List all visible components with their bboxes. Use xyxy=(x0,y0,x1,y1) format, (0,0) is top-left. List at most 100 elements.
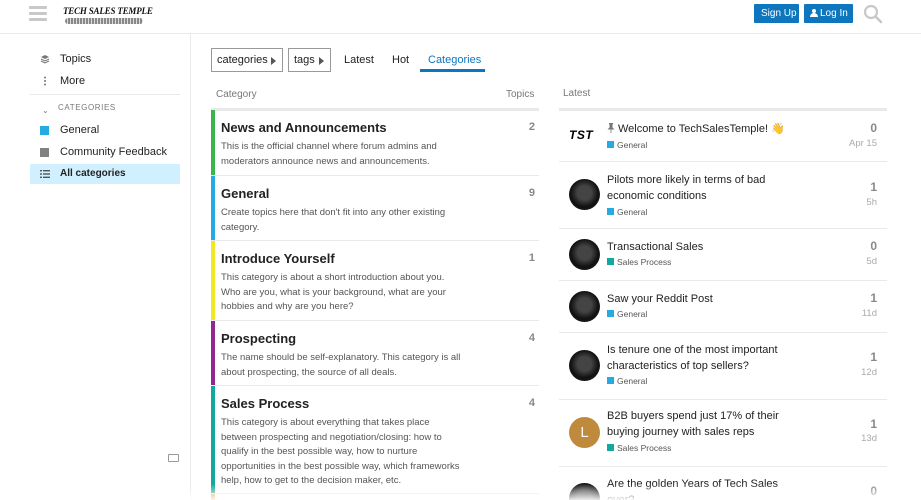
sidebar-item-community-feedback[interactable]: Community Feedback xyxy=(30,142,180,162)
avatar[interactable] xyxy=(569,483,600,500)
topic-reply-count: 0 xyxy=(870,239,877,253)
topic-category-name: General xyxy=(617,140,648,150)
category-color-stripe xyxy=(211,110,215,175)
category-name[interactable]: Sales Process xyxy=(221,396,309,411)
sign-up-button[interactable]: Sign Up xyxy=(754,4,799,23)
log-in-button[interactable]: Log In xyxy=(804,4,853,23)
avatar[interactable] xyxy=(569,239,600,270)
category-row[interactable]: Prospecting The name should be self-expl… xyxy=(211,321,539,386)
topic-category-name: Sales Process xyxy=(617,257,672,267)
topic-row[interactable]: Transactional Sales Sales Process 0 5d xyxy=(559,229,887,281)
category-description: The name should be self-explanatory. Thi… xyxy=(221,352,461,378)
topic-title[interactable]: Saw your Reddit Post xyxy=(607,291,807,307)
vertical-ellipsis-icon xyxy=(44,76,46,86)
category-topic-count: 4 xyxy=(528,397,535,409)
topic-category-name: General xyxy=(617,376,648,386)
topic-row[interactable]: L B2B buyers spend just 17% of their buy… xyxy=(559,400,887,467)
category-color-square-icon xyxy=(607,208,614,215)
sidebar-item-all-categories[interactable]: All categories xyxy=(30,164,180,184)
avatar[interactable] xyxy=(569,179,600,210)
site-logo[interactable]: TECH SALES TEMPLE xyxy=(63,5,153,27)
topic-row[interactable]: Are the golden Years of Tech Sales over?… xyxy=(559,467,887,500)
sidebar-item-more[interactable]: More xyxy=(30,71,180,91)
logo-graphic xyxy=(65,18,143,24)
sidebar-section-label: CATEGORIES xyxy=(58,103,116,112)
category-row[interactable]: News and Announcements This is the offic… xyxy=(211,110,539,176)
topic-activity-age[interactable]: 12d xyxy=(861,367,877,378)
category-color-stripe xyxy=(211,321,215,385)
pin-icon xyxy=(607,123,615,133)
list-icon xyxy=(40,170,50,178)
category-color-stripe xyxy=(211,386,215,493)
categories-dropdown[interactable]: categories xyxy=(211,48,283,72)
topic-activity-age[interactable]: 5d xyxy=(866,256,877,267)
topic-activity-age[interactable]: 13d xyxy=(861,433,877,444)
tags-dropdown[interactable]: tags xyxy=(288,48,331,72)
topic-reply-count: 0 xyxy=(870,121,877,135)
topic-category-badge[interactable]: General xyxy=(607,207,647,217)
topic-category-name: Sales Process xyxy=(617,443,672,453)
avatar[interactable]: TST xyxy=(569,120,600,151)
latest-column-header: Latest xyxy=(563,88,591,99)
sidebar-item-general[interactable]: General xyxy=(30,120,180,140)
sidebar-item-label: Topics xyxy=(60,53,92,65)
user-icon xyxy=(810,9,818,17)
category-color-stripe xyxy=(211,176,215,240)
category-name[interactable]: News and Announcements xyxy=(221,120,387,135)
avatar[interactable]: L xyxy=(569,417,600,448)
topic-title[interactable]: Welcome to TechSalesTemple! 👋 xyxy=(607,121,817,137)
keyboard-shortcuts-icon[interactable] xyxy=(168,454,179,462)
tab-latest[interactable]: Latest xyxy=(344,48,374,72)
topic-category-name: General xyxy=(617,309,648,319)
topic-category-badge[interactable]: General xyxy=(607,140,647,150)
topic-title[interactable]: Is tenure one of the most important char… xyxy=(607,342,807,374)
category-topic-count: 4 xyxy=(528,332,535,344)
category-name[interactable]: General xyxy=(221,186,269,201)
category-name[interactable]: Prospecting xyxy=(221,331,296,346)
category-color-square-icon xyxy=(40,148,49,157)
sidebar-item-label: More xyxy=(60,75,86,87)
category-description: Create topics here that don't fit into a… xyxy=(221,207,446,233)
hamburger-menu-icon[interactable] xyxy=(29,6,49,22)
tab-hot[interactable]: Hot xyxy=(392,48,409,72)
topic-row[interactable]: Pilots more likely in terms of bad econo… xyxy=(559,162,887,229)
topic-reply-count: 1 xyxy=(870,417,877,431)
topic-title[interactable]: B2B buyers spend just 17% of their buyin… xyxy=(607,408,807,440)
topic-title[interactable]: Are the golden Years of Tech Sales over? xyxy=(607,476,807,500)
caret-right-icon xyxy=(319,57,324,65)
sidebar-item-topics[interactable]: Topics xyxy=(30,49,180,69)
topic-row[interactable]: Saw your Reddit Post General 1 11d xyxy=(559,281,887,333)
topic-activity-age[interactable]: Apr 15 xyxy=(849,138,877,149)
sidebar-item-label: Community Feedback xyxy=(60,146,167,158)
topic-category-badge[interactable]: General xyxy=(607,376,647,386)
topic-title[interactable]: Pilots more likely in terms of bad econo… xyxy=(607,172,807,204)
category-description: This is the official channel where forum… xyxy=(221,141,437,167)
category-row[interactable]: General Create topics here that don't fi… xyxy=(211,176,539,241)
tags-dropdown-label: tags xyxy=(294,54,315,66)
topic-category-badge[interactable]: Sales Process xyxy=(607,257,671,267)
topic-reply-count: 1 xyxy=(870,180,877,194)
category-row[interactable]: Sales Process This category is about eve… xyxy=(211,386,539,494)
avatar[interactable] xyxy=(569,291,600,322)
topic-category-badge[interactable]: Sales Process xyxy=(607,443,671,453)
category-color-square-icon xyxy=(607,258,614,265)
topic-reply-count: 0 xyxy=(870,484,877,498)
category-row[interactable]: Introduce Yourself This category is abou… xyxy=(211,241,539,321)
category-name[interactable]: Introduce Yourself xyxy=(221,251,335,266)
category-color-square-icon xyxy=(40,126,49,135)
sidebar-divider xyxy=(30,94,180,95)
topic-activity-age[interactable]: 5h xyxy=(866,197,877,208)
category-topic-count: 9 xyxy=(528,187,535,199)
column-header-topics: Topics xyxy=(506,89,535,100)
topic-row[interactable]: Is tenure one of the most important char… xyxy=(559,333,887,400)
topic-category-badge[interactable]: General xyxy=(607,309,647,319)
logo-text: TECH SALES TEMPLE xyxy=(63,6,153,16)
topic-activity-age[interactable]: 11d xyxy=(862,308,877,319)
sidebar-item-label: All categories xyxy=(60,168,126,179)
avatar[interactable] xyxy=(569,350,600,381)
category-topic-count: 1 xyxy=(528,252,535,264)
caret-right-icon xyxy=(271,57,276,65)
search-icon[interactable] xyxy=(863,4,883,24)
topic-row[interactable]: TST Welcome to TechSalesTemple! 👋 Genera… xyxy=(559,110,887,162)
topic-title[interactable]: Transactional Sales xyxy=(607,239,807,255)
